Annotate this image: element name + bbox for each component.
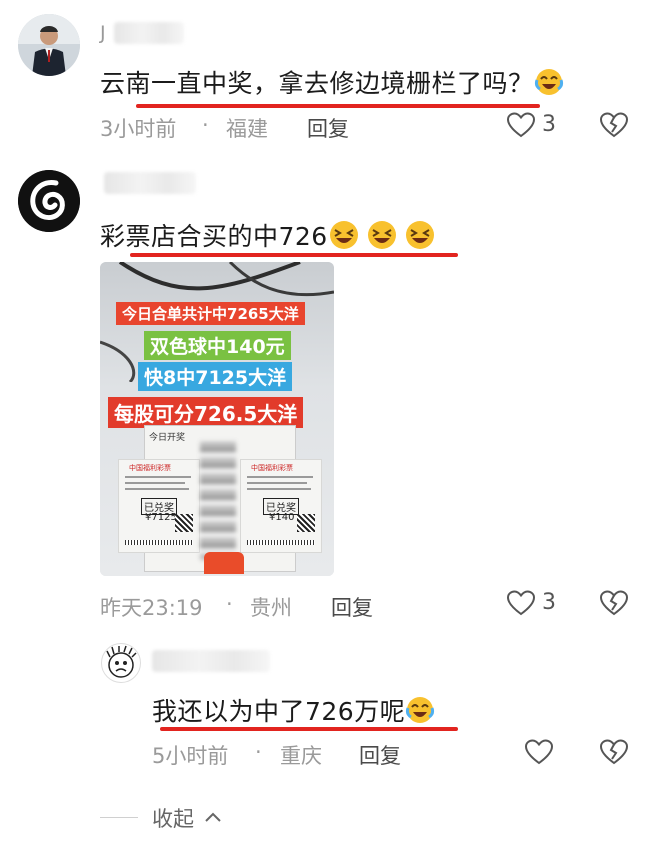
- broken-heart-icon: [599, 739, 629, 765]
- like-button[interactable]: 3: [506, 587, 566, 619]
- comment-body: 云南一直中奖，拿去修边境栅栏了吗？: [100, 69, 534, 98]
- heart-icon: [506, 590, 536, 616]
- dislike-button[interactable]: [599, 111, 631, 141]
- banner-share: 每股可分726.5大洋: [108, 397, 304, 428]
- highlight-underline: [136, 104, 540, 108]
- comment-location: 贵州: [250, 596, 292, 620]
- laughing-crying-emoji-icon: [534, 67, 564, 103]
- ticket-amount: ¥140: [269, 512, 295, 523]
- reply-button[interactable]: 回复: [331, 592, 373, 622]
- username-blurred[interactable]: [152, 650, 270, 672]
- lottery-photo[interactable]: 今日合单共计中7265大洋 双色球中140元 快8中7125大洋 每股可分726…: [100, 262, 334, 576]
- laughing-crying-emoji-icon: [405, 695, 435, 731]
- broken-heart-icon: [599, 112, 629, 138]
- reply-button[interactable]: 回复: [307, 113, 349, 143]
- username-blurred[interactable]: [104, 172, 196, 194]
- username[interactable]: J: [100, 22, 106, 44]
- person-photo-icon: [18, 14, 80, 76]
- comment-text: 彩票店合买的中726: [100, 217, 448, 257]
- netease-avatar[interactable]: [18, 170, 80, 232]
- like-button[interactable]: [524, 736, 558, 768]
- comment-location: 福建: [226, 117, 268, 141]
- like-button[interactable]: 3: [506, 109, 566, 141]
- dot-separator: ·: [226, 592, 233, 616]
- broken-heart-icon: [599, 590, 629, 616]
- ticket-amount: ¥7125: [145, 512, 177, 523]
- highlight-underline: [130, 253, 458, 257]
- like-count: 3: [542, 112, 556, 137]
- comment-body: 彩票店合买的中726: [100, 222, 328, 251]
- collapse-button[interactable]: 收起: [152, 803, 242, 833]
- user-avatar[interactable]: [18, 14, 80, 76]
- comment-body: 我还以为中了726万呢: [152, 697, 406, 726]
- highlight-underline: [160, 727, 458, 731]
- comment-time: 5小时前: [152, 744, 229, 768]
- reply-avatar[interactable]: [101, 643, 141, 683]
- ticket-header: 中国福利彩票: [129, 464, 171, 472]
- dot-separator: ·: [255, 740, 262, 764]
- chevron-up-icon: [205, 812, 221, 822]
- dislike-button[interactable]: [599, 589, 631, 619]
- squinting-laughing-emoji-icon: [328, 219, 448, 257]
- collapse-divider: [100, 817, 138, 818]
- collapse-label: 收起: [152, 807, 194, 831]
- comment-time: 3小时前: [100, 117, 177, 141]
- heart-icon: [506, 112, 536, 138]
- lottery-ticket-1: 中国福利彩票 已兑奖 ¥7125: [118, 459, 200, 553]
- dislike-button[interactable]: [599, 738, 631, 768]
- lottery-ticket-2: 中国福利彩票 已兑奖 ¥140: [240, 459, 322, 553]
- comment-text: 我还以为中了726万呢: [152, 692, 435, 731]
- paper-label: 今日开奖: [149, 433, 186, 443]
- ticket-header: 中国福利彩票: [251, 464, 293, 472]
- reply-button[interactable]: 回复: [359, 740, 401, 770]
- username-blurred: [114, 22, 184, 44]
- mascot-sticker-icon: [204, 552, 244, 574]
- comment-text: 云南一直中奖，拿去修边境栅栏了吗？: [100, 64, 564, 103]
- like-count: 3: [542, 590, 556, 615]
- heart-icon: [524, 739, 554, 765]
- banner-total: 今日合单共计中7265大洋: [116, 302, 305, 325]
- comment-location: 重庆: [280, 744, 322, 768]
- blurred-area: [200, 440, 236, 560]
- cartoon-face-icon: [106, 645, 137, 678]
- netease-logo-icon: [18, 170, 80, 232]
- banner-ssq: 双色球中140元: [144, 331, 291, 360]
- banner-kl8: 快8中7125大洋: [138, 362, 293, 391]
- comment-time: 昨天23:19: [100, 596, 203, 620]
- dot-separator: ·: [202, 113, 209, 137]
